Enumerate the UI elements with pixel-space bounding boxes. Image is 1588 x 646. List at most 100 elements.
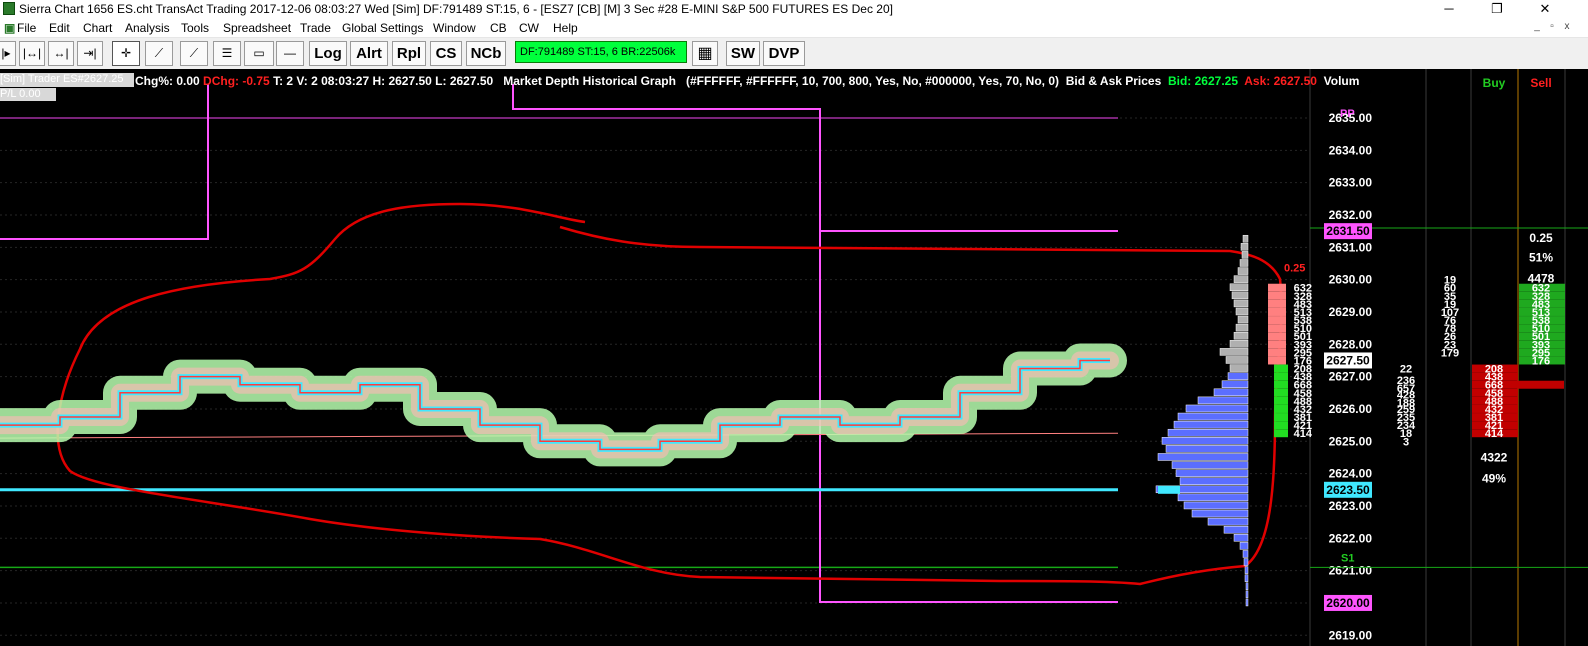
price-tick-label: 2633.00: [1329, 176, 1373, 190]
vap-bar: [1241, 251, 1249, 259]
menu-global-settings[interactable]: Global Settings: [342, 21, 423, 35]
vap-bar: [1175, 469, 1249, 477]
close-button[interactable]: ✕: [1522, 0, 1568, 18]
price-tick-label: 2626.00: [1329, 402, 1373, 416]
cursor-tool-icon[interactable]: |▸: [0, 41, 16, 66]
sell-size-value: 176: [1532, 355, 1550, 367]
vap-bar: [1233, 299, 1249, 308]
menu-chart[interactable]: Chart: [83, 21, 112, 35]
vap-bar: [1161, 437, 1249, 445]
vap-bar: [1213, 388, 1249, 397]
column-a-value: 3: [1403, 436, 1409, 448]
line-drawing-icon[interactable]: ⟋: [145, 41, 173, 66]
menu-trade[interactable]: Trade: [300, 21, 331, 35]
horizontal-line-icon[interactable]: —: [276, 41, 304, 66]
vap-bar: [1177, 493, 1249, 502]
alert-button[interactable]: Alrt: [350, 41, 388, 66]
menu-analysis[interactable]: Analysis: [125, 21, 170, 35]
vap-bar: [1167, 428, 1249, 437]
ladder-ask-bar: [1268, 356, 1286, 365]
vap-bar: [1183, 501, 1249, 510]
vap-bar: [1243, 558, 1249, 566]
ladder-bid-bar: [1274, 429, 1288, 438]
ladder-bid-size: 414: [1294, 428, 1313, 440]
rectangle-drawing-icon[interactable]: ▭: [244, 41, 274, 66]
menu-help[interactable]: Help: [553, 21, 578, 35]
time-sales-icon[interactable]: ▦: [692, 41, 718, 66]
restore-button[interactable]: ❐: [1474, 0, 1520, 18]
menu-tools[interactable]: Tools: [181, 21, 209, 35]
price-tick-label: 2629.00: [1329, 305, 1373, 319]
vap-bar: [1221, 380, 1249, 388]
price-tick-label: 2619.00: [1329, 628, 1373, 642]
mdi-close-button[interactable]: x: [1560, 21, 1574, 32]
vap-bar: [1244, 574, 1249, 582]
menu-cb[interactable]: CB: [490, 21, 507, 35]
sell-tick-value: 0.25: [1529, 231, 1553, 245]
bid-ask-study-name: Bid & Ask Prices: [1065, 74, 1162, 88]
pp-pivot-label: PP: [1340, 108, 1355, 120]
log-button[interactable]: Log: [309, 41, 347, 66]
cs-button[interactable]: CS: [430, 41, 462, 66]
replay-button[interactable]: Rpl: [392, 41, 426, 66]
price-tick-label: 2621.00: [1329, 564, 1373, 578]
menu-spreadsheet[interactable]: Spreadsheet: [223, 21, 291, 35]
menu-window[interactable]: Window: [433, 21, 476, 35]
ladder-ask-tick: 0.25: [1284, 263, 1305, 275]
ask-price: Ask: 2627.50: [1244, 74, 1317, 88]
ncb-button[interactable]: NCb: [466, 41, 506, 66]
vap-bar: [1233, 534, 1249, 542]
crosshair-icon[interactable]: ✛: [112, 41, 140, 66]
menu-file[interactable]: File: [17, 21, 36, 35]
minimize-button[interactable]: ─: [1426, 0, 1472, 18]
chart-window-icon[interactable]: ▣: [4, 21, 15, 35]
expand-bars-icon[interactable]: |↔|: [19, 41, 45, 66]
vap-bar: [1197, 396, 1249, 405]
vap-bar: [1245, 582, 1249, 591]
chart-area[interactable]: 2635.00 2634.00 2633.00 2632.00 2631.00 2630.…: [0, 69, 1588, 646]
vap-bar: [1165, 445, 1249, 453]
price-tick-label: 2623.00: [1329, 499, 1373, 513]
vap-bar: [1171, 461, 1249, 469]
column-b-value: 179: [1441, 347, 1459, 359]
vap-bar: [1229, 340, 1249, 348]
study-params: (#FFFFFF, #FFFFFF, 10, 700, 800, Yes, No…: [685, 74, 1060, 88]
data-feed-status: DF:791489 ST:15, 6 BR:22506k: [515, 41, 687, 63]
scroll-right-icon[interactable]: ⇥|: [77, 41, 103, 66]
ray-drawing-icon[interactable]: ⟋: [180, 41, 208, 66]
ladder-ask-bar: [1268, 307, 1286, 316]
ladder-bid-bar: [1274, 421, 1288, 430]
mdi-minimize-button[interactable]: _: [1530, 21, 1544, 32]
price-chart[interactable]: 2635.002634.002633.002632.002631.002630.…: [0, 69, 1588, 646]
sim-trader-label: [Sim] Trader ES#2627.25: [0, 73, 134, 87]
vap-bar: [1219, 348, 1249, 356]
ladder-ask-bar: [1268, 291, 1286, 300]
vap-bar: [1237, 315, 1249, 324]
compress-bars-icon[interactable]: ↔|: [48, 41, 74, 66]
fib-retracement-icon[interactable]: ☰: [213, 41, 241, 66]
bid-price: Bid: 2627.25: [1167, 74, 1239, 88]
menu-edit[interactable]: Edit: [49, 21, 70, 35]
vap-bar: [1235, 323, 1249, 332]
s1-support-label: S1: [1341, 552, 1354, 564]
buy-size-value: 414: [1485, 428, 1504, 440]
vap-bar: [1229, 364, 1249, 372]
sw-button[interactable]: SW: [726, 41, 760, 66]
ladder-bid-bar: [1274, 413, 1288, 422]
change-percent: Chg%: 0.00: [135, 74, 200, 88]
ladder-bid-bar: [1274, 404, 1288, 413]
study-name: Market Depth Historical Graph: [503, 74, 676, 88]
vap-bar: [1185, 404, 1249, 413]
dvp-button[interactable]: DVP: [763, 41, 805, 66]
vap-bar: [1231, 291, 1249, 300]
sell-percent: 51%: [1529, 251, 1553, 265]
menu-cw[interactable]: CW: [519, 21, 539, 35]
mdi-restore-button[interactable]: ▫: [1545, 21, 1559, 32]
menu-bar: ▣ File Edit Chart Analysis Tools Spreads…: [0, 18, 1588, 38]
price-tick-label: 2630.00: [1329, 273, 1373, 287]
vap-bar: [1225, 356, 1249, 364]
level-label-2631-50: 2631.50: [1326, 224, 1370, 238]
price-tick-label: 2627.00: [1329, 370, 1373, 384]
level-label-2623-50: 2623.50: [1326, 483, 1370, 497]
ladder-ask-bar: [1268, 299, 1286, 308]
